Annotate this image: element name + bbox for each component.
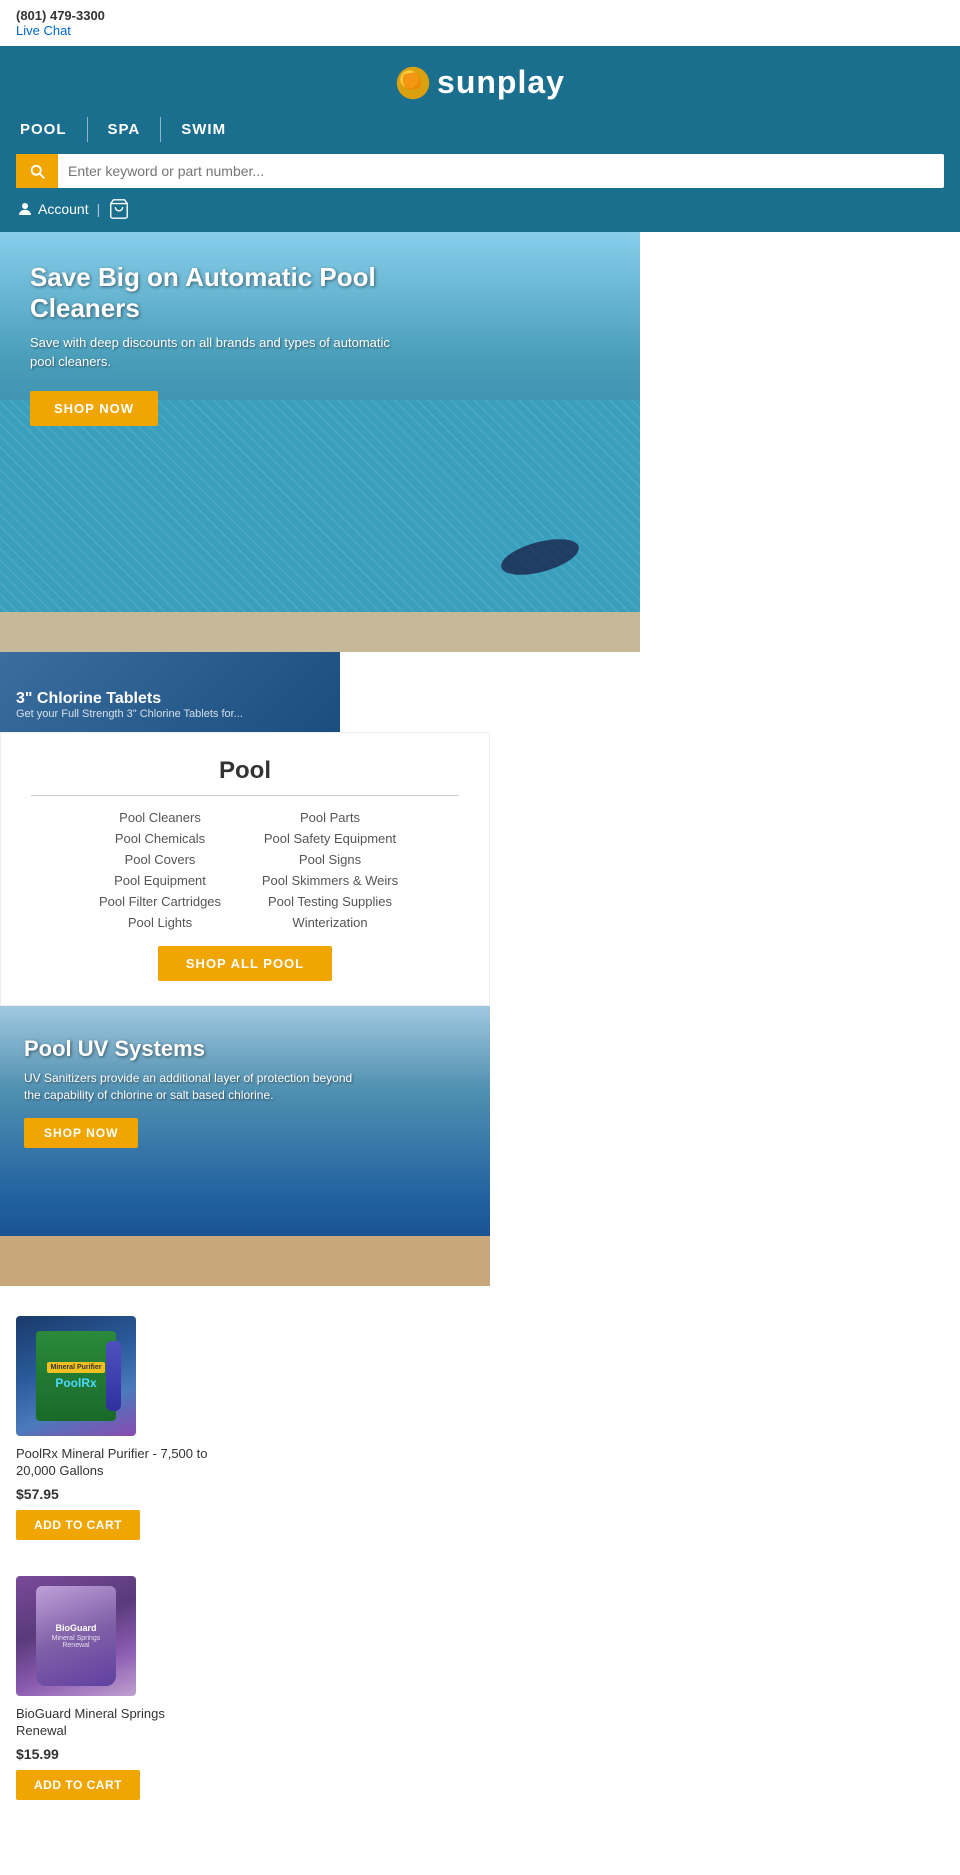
header: sunplay POOL SPA SWIM Account	[0, 46, 960, 232]
add-to-cart-bioguard[interactable]: ADD TO CART	[16, 1770, 140, 1800]
products-section: Mineral Purifier PoolRx PoolRx Mineral P…	[0, 1286, 960, 1830]
product-card-bioguard: BioGuard Mineral SpringsRenewal BioGuard…	[16, 1566, 216, 1810]
hero-banner: Save Big on Automatic Pool Cleaners Save…	[0, 232, 640, 652]
product-image-poolrx: Mineral Purifier PoolRx	[16, 1316, 136, 1436]
product-name-bioguard: BioGuard Mineral Springs Renewal	[16, 1706, 216, 1740]
pool-cat-filter-cartridges[interactable]: Pool Filter Cartridges	[85, 894, 235, 909]
nav-swim[interactable]: SWIM	[161, 117, 246, 142]
uv-title: Pool UV Systems	[24, 1036, 364, 1062]
poolrx-label-top: Mineral Purifier	[47, 1362, 106, 1373]
pool-section: Pool Pool Cleaners Pool Chemicals Pool C…	[0, 732, 490, 1006]
search-bar	[16, 154, 944, 188]
search-icon	[28, 162, 46, 180]
product-image-bioguard: BioGuard Mineral SpringsRenewal	[16, 1576, 136, 1696]
poolrx-label-main: PoolRx	[55, 1376, 96, 1390]
sunplay-logo-icon	[395, 65, 431, 101]
product-price-bioguard: $15.99	[16, 1746, 59, 1762]
pool-cat-testing[interactable]: Pool Testing Supplies	[255, 894, 405, 909]
hero-deck	[0, 612, 640, 652]
pool-divider	[31, 795, 459, 796]
pool-section-title: Pool	[31, 757, 459, 785]
logo-row: sunplay	[16, 56, 944, 109]
uv-subtitle: UV Sanitizers provide an additional laye…	[24, 1070, 364, 1104]
bioguard-logo-text: BioGuard	[55, 1623, 96, 1633]
product-price-poolrx: $57.95	[16, 1486, 59, 1502]
pool-cat-covers[interactable]: Pool Covers	[85, 852, 235, 867]
uv-shop-now-button[interactable]: SHOP NOW	[24, 1118, 138, 1148]
page-wrapper: (801) 479-3300 Live Chat sunplay POOL SP…	[0, 0, 960, 1830]
uv-deck	[0, 1236, 490, 1286]
uv-banner: Pool UV Systems UV Sanitizers provide an…	[0, 1006, 490, 1286]
nav-bar: POOL SPA SWIM	[16, 109, 944, 146]
pool-cat-winterization[interactable]: Winterization	[255, 915, 405, 930]
poolrx-tube	[106, 1341, 121, 1411]
pool-cat-parts[interactable]: Pool Parts	[255, 810, 405, 825]
pool-cat-safety[interactable]: Pool Safety Equipment	[255, 831, 405, 846]
pool-cat-equipment[interactable]: Pool Equipment	[85, 873, 235, 888]
chlorine-content: 3" Chlorine Tablets Get your Full Streng…	[16, 690, 243, 720]
search-input[interactable]	[58, 155, 944, 187]
pool-cat-lights[interactable]: Pool Lights	[85, 915, 235, 930]
shop-all-pool-button[interactable]: SHOP ALL POOL	[158, 946, 332, 981]
search-button[interactable]	[16, 154, 58, 188]
account-link[interactable]: Account	[16, 200, 89, 218]
product-card-poolrx: Mineral Purifier PoolRx PoolRx Mineral P…	[16, 1306, 216, 1550]
hero-content: Save Big on Automatic Pool Cleaners Save…	[30, 262, 410, 426]
phone-number: (801) 479-3300	[16, 8, 105, 23]
hero-shop-now-button[interactable]: SHOP NOW	[30, 391, 158, 426]
chlorine-title: 3" Chlorine Tablets	[16, 690, 243, 708]
account-label: Account	[38, 201, 89, 217]
poolrx-label: Mineral Purifier PoolRx	[36, 1331, 116, 1421]
bioguard-sub-text: Mineral SpringsRenewal	[52, 1635, 101, 1649]
account-icon	[16, 200, 34, 218]
pool-col-left: Pool Cleaners Pool Chemicals Pool Covers…	[85, 810, 235, 930]
pool-cat-signs[interactable]: Pool Signs	[255, 852, 405, 867]
cart-icon[interactable]	[108, 198, 130, 220]
uv-content: Pool UV Systems UV Sanitizers provide an…	[24, 1036, 364, 1148]
nav-spa[interactable]: SPA	[88, 117, 162, 142]
top-bar: (801) 479-3300 Live Chat	[0, 0, 960, 46]
chlorine-subtitle: Get your Full Strength 3" Chlorine Table…	[16, 708, 243, 720]
pool-categories: Pool Cleaners Pool Chemicals Pool Covers…	[31, 810, 459, 930]
account-row: Account |	[16, 192, 944, 222]
pool-cat-chemicals[interactable]: Pool Chemicals	[85, 831, 235, 846]
account-cart-divider: |	[97, 201, 101, 217]
pool-cat-cleaners[interactable]: Pool Cleaners	[85, 810, 235, 825]
pool-cat-skimmers[interactable]: Pool Skimmers & Weirs	[255, 873, 405, 888]
logo-text: sunplay	[437, 64, 565, 101]
hero-title: Save Big on Automatic Pool Cleaners	[30, 262, 410, 324]
bioguard-bag: BioGuard Mineral SpringsRenewal	[36, 1586, 116, 1686]
pool-col-right: Pool Parts Pool Safety Equipment Pool Si…	[255, 810, 405, 930]
live-chat-link[interactable]: Live Chat	[16, 23, 71, 38]
chlorine-banner: 3" Chlorine Tablets Get your Full Streng…	[0, 652, 340, 732]
hero-subtitle: Save with deep discounts on all brands a…	[30, 334, 410, 370]
product-name-poolrx: PoolRx Mineral Purifier - 7,500 to 20,00…	[16, 1446, 216, 1480]
add-to-cart-poolrx[interactable]: ADD TO CART	[16, 1510, 140, 1540]
nav-pool[interactable]: POOL	[16, 117, 88, 142]
